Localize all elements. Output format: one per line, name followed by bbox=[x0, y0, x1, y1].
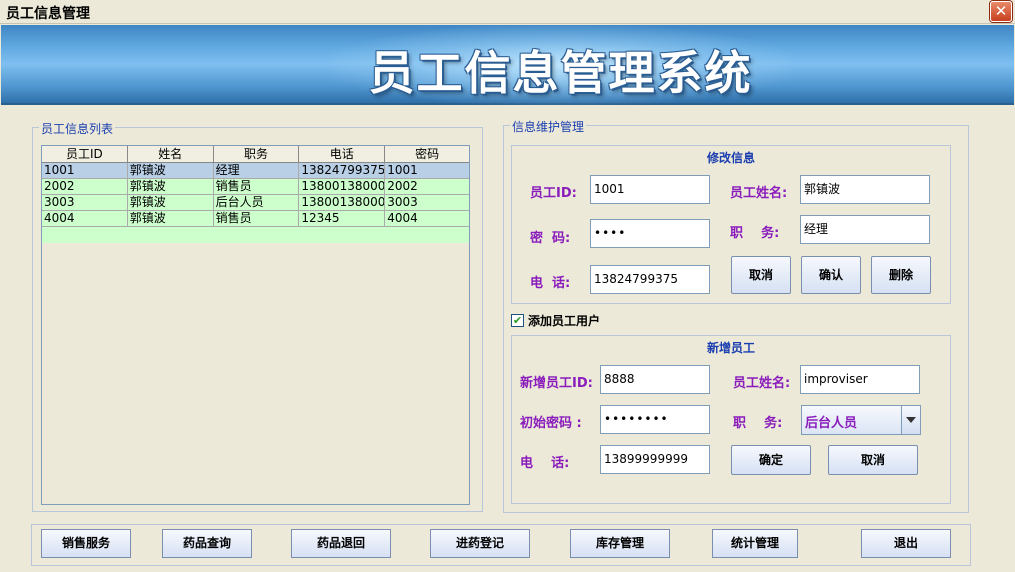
table-empty-row bbox=[42, 227, 469, 243]
column-header-id[interactable]: 员工ID bbox=[42, 146, 128, 162]
edit-phone-label: 电 话: bbox=[530, 276, 571, 291]
cell-name: 郭镇波 bbox=[128, 195, 214, 210]
title-bar: 员工信息管理 ✕ bbox=[0, 0, 1015, 24]
cell-id: 4004 bbox=[42, 211, 128, 226]
table-row[interactable]: 1001 郭镇波 经理 13824799375 1001 bbox=[42, 163, 469, 179]
banner-heading: 员工信息管理系统 bbox=[368, 46, 753, 100]
employee-table[interactable]: 员工ID 姓名 职务 电话 密码 1001 郭镇波 经理 13824799375… bbox=[41, 145, 470, 505]
edit-name-label: 员工姓名: bbox=[730, 186, 788, 201]
nav-drug-query-button[interactable]: 药品查询 bbox=[162, 529, 252, 558]
cell-phone: 12345 bbox=[299, 211, 386, 226]
close-button[interactable]: ✕ bbox=[990, 1, 1012, 22]
add-name-input[interactable]: improviser bbox=[800, 365, 920, 394]
table-row[interactable]: 4004 郭镇波 销售员 12345 4004 bbox=[42, 211, 469, 227]
add-ok-button[interactable]: 确定 bbox=[731, 445, 811, 475]
cell-name: 郭镇波 bbox=[128, 179, 214, 194]
cell-name: 郭镇波 bbox=[128, 211, 214, 226]
edit-phone-input[interactable]: 13824799375 bbox=[590, 265, 710, 294]
maintenance-legend: 信息维护管理 bbox=[510, 118, 587, 135]
edit-password-input[interactable]: •••• bbox=[590, 219, 710, 248]
add-employee-checkbox-label[interactable]: 添加员工用户 bbox=[528, 312, 600, 329]
add-password-label: 初始密码 : bbox=[520, 416, 582, 431]
cell-phone: 13800138000 bbox=[301, 179, 386, 194]
add-password-input[interactable]: •••••••• bbox=[600, 405, 710, 434]
add-role-select[interactable]: 后台人员 bbox=[801, 405, 921, 435]
cell-password: 4004 bbox=[387, 211, 418, 225]
add-role-selected: 后台人员 bbox=[805, 416, 858, 431]
cell-phone: 13824799375 bbox=[301, 163, 386, 178]
edit-info-title: 修改信息 bbox=[706, 151, 755, 165]
cell-password: 2002 bbox=[387, 179, 418, 193]
column-header-phone[interactable]: 电话 bbox=[299, 146, 386, 162]
cell-id: 1001 bbox=[42, 163, 128, 178]
nav-stats-button[interactable]: 统计管理 bbox=[712, 529, 798, 558]
edit-cancel-button[interactable]: 取消 bbox=[731, 256, 791, 294]
cell-role: 销售员 bbox=[214, 179, 300, 194]
edit-confirm-button[interactable]: 确认 bbox=[801, 256, 861, 294]
column-header-role[interactable]: 职务 bbox=[214, 146, 300, 162]
close-icon: ✕ bbox=[994, 2, 1008, 20]
nav-drug-return-button[interactable]: 药品退回 bbox=[291, 529, 391, 558]
employee-list-legend: 员工信息列表 bbox=[39, 120, 116, 137]
nav-exit-button[interactable]: 退出 bbox=[861, 529, 951, 558]
add-cancel-button[interactable]: 取消 bbox=[828, 445, 918, 475]
add-employee-checkbox[interactable]: ✔ bbox=[511, 314, 524, 327]
cell-id: 2002 bbox=[42, 179, 128, 194]
add-id-label: 新增员工ID: bbox=[520, 376, 593, 391]
column-header-name[interactable]: 姓名 bbox=[128, 146, 214, 162]
edit-delete-button[interactable]: 删除 bbox=[871, 256, 931, 294]
add-employee-title: 新增员工 bbox=[706, 341, 755, 355]
edit-role-label: 职 务: bbox=[730, 226, 780, 241]
add-id-input[interactable]: 8888 bbox=[600, 365, 710, 394]
add-phone-label: 电 话: bbox=[520, 456, 570, 471]
cell-phone: 13800138000 bbox=[301, 195, 386, 210]
table-header: 员工ID 姓名 职务 电话 密码 bbox=[42, 146, 469, 163]
nav-inventory-button[interactable]: 库存管理 bbox=[570, 529, 670, 558]
column-header-password[interactable]: 密码 bbox=[385, 146, 469, 162]
cell-password: 1001 bbox=[387, 163, 418, 177]
cell-id: 3003 bbox=[42, 195, 128, 210]
add-name-label: 员工姓名: bbox=[733, 376, 791, 391]
cell-name: 郭镇波 bbox=[128, 163, 214, 178]
banner: 员工信息管理系统 bbox=[1, 25, 1014, 105]
add-role-label: 职 务: bbox=[733, 416, 783, 431]
dropdown-arrow-icon[interactable] bbox=[901, 406, 920, 434]
nav-sales-button[interactable]: 销售服务 bbox=[41, 529, 131, 558]
edit-id-label: 员工ID: bbox=[530, 186, 577, 201]
cell-role: 后台人员 bbox=[214, 195, 300, 210]
cell-role: 销售员 bbox=[214, 211, 300, 226]
table-row[interactable]: 3003 郭镇波 后台人员 13800138000 3003 bbox=[42, 195, 469, 211]
add-phone-input[interactable]: 13899999999 bbox=[600, 445, 710, 474]
cell-role: 经理 bbox=[214, 163, 300, 178]
edit-password-label: 密 码: bbox=[530, 231, 571, 246]
edit-id-input[interactable]: 1001 bbox=[590, 175, 710, 204]
edit-role-input[interactable]: 经理 bbox=[800, 215, 930, 244]
window-title: 员工信息管理 bbox=[6, 6, 90, 22]
nav-purchase-button[interactable]: 进药登记 bbox=[430, 529, 530, 558]
cell-password: 3003 bbox=[387, 195, 418, 209]
table-row[interactable]: 2002 郭镇波 销售员 13800138000 2002 bbox=[42, 179, 469, 195]
edit-name-input[interactable]: 郭镇波 bbox=[800, 175, 930, 204]
